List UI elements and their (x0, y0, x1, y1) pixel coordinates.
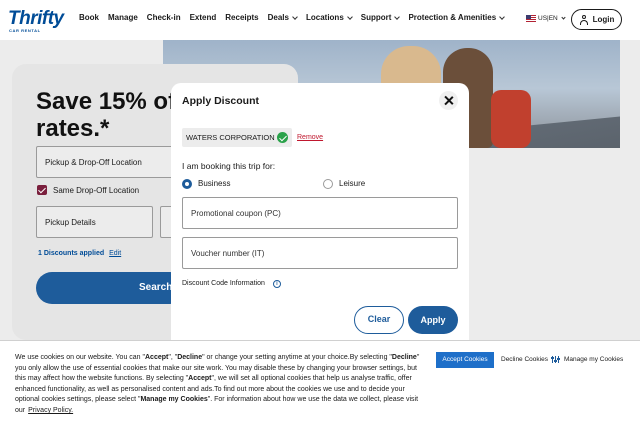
promo-headline: Save 15% off rates.* (36, 88, 185, 142)
nav-locations-label: Locations (305, 13, 344, 22)
sliders-icon (551, 356, 560, 363)
nav-deals-label: Deals (267, 13, 289, 22)
chevron-down-icon (561, 15, 566, 20)
thrifty-logo[interactable]: Thrifty CAR RENTAL (8, 8, 64, 33)
business-radio[interactable] (182, 179, 192, 189)
voucher-number-input[interactable]: Voucher number (IT) (182, 237, 458, 269)
pickup-details-label: Pickup Details (45, 218, 96, 227)
discounts-applied-label: 1 Discounts applied (38, 250, 105, 257)
nav-manage-label: Manage (108, 13, 138, 22)
search-button[interactable]: Search (36, 272, 186, 304)
logo-subtitle: CAR RENTAL (9, 28, 41, 33)
chevron-down-icon (292, 13, 298, 20)
edit-discounts-link[interactable]: Edit (109, 250, 121, 257)
nav-receipts-label: Receipts (225, 13, 259, 22)
promo-coupon-input[interactable]: Promotional coupon (PC) (182, 197, 458, 229)
close-icon[interactable] (439, 91, 458, 110)
modal-title: Apply Discount (182, 95, 260, 107)
login-button[interactable]: Login (571, 9, 622, 30)
apply-button[interactable]: Apply (408, 306, 458, 334)
same-dropoff-label: Same Drop-Off Location (53, 185, 140, 195)
nav-extend[interactable]: Extend (190, 13, 217, 22)
pickup-dropoff-label: Pickup & Drop-Off Location (45, 158, 142, 167)
nav-receipts[interactable]: Receipts (225, 13, 258, 22)
login-label: Login (592, 15, 615, 24)
nav-support[interactable]: Support (360, 13, 401, 22)
pickup-details-field[interactable]: Pickup Details (36, 206, 153, 238)
privacy-policy-link[interactable]: Privacy Policy. (28, 407, 73, 414)
nav-book[interactable]: Book (79, 13, 99, 22)
pickup-dropoff-field[interactable]: Pickup & Drop-Off Location (36, 146, 186, 178)
top-header: Thrifty CAR RENTAL Book Manage Check-in … (0, 0, 640, 40)
nav-manage[interactable]: Manage (108, 13, 138, 22)
discount-code-info-label: Discount Code Information (182, 280, 265, 287)
nav-protection-amenities[interactable]: Protection & Amenities (408, 13, 505, 22)
discounts-applied: 1 Discounts applied Edit (38, 250, 121, 257)
cookie-message: We use cookies on our website. You can "… (15, 354, 420, 414)
user-icon (579, 14, 589, 25)
decline-cookies-button[interactable]: Decline Cookies (501, 356, 548, 363)
logo-wordmark: Thrifty (8, 8, 64, 29)
corporation-chip: WATERS CORPORATION (182, 128, 292, 147)
language-selector[interactable]: US|EN (526, 15, 566, 22)
nav-protection-label: Protection & Amenities (408, 13, 497, 22)
main-nav: Book Manage Check-in Extend Receipts Dea… (79, 13, 513, 22)
apply-discount-modal: Apply Discount WATERS CORPORATION Remove… (171, 83, 469, 340)
corporation-name: WATERS CORPORATION (186, 133, 275, 142)
leisure-label: Leisure (339, 179, 366, 188)
booking-purpose-label: I am booking this trip for: (182, 161, 276, 171)
nav-check-in[interactable]: Check-in (147, 13, 181, 22)
business-label: Business (198, 179, 231, 188)
cookie-banner: We use cookies on our website. You can "… (0, 340, 640, 429)
checkbox-checked-icon (37, 185, 47, 195)
manage-cookies-label: Manage my Cookies (564, 356, 624, 363)
nav-support-label: Support (360, 13, 392, 22)
chevron-down-icon (394, 13, 401, 20)
leisure-radio[interactable] (323, 179, 333, 189)
check-circle-icon (277, 132, 288, 143)
voucher-number-placeholder: Voucher number (IT) (191, 249, 265, 258)
nav-deals[interactable]: Deals (267, 13, 298, 22)
search-label: Search (139, 282, 173, 293)
language-label: US|EN (538, 15, 558, 22)
us-flag-icon (526, 15, 536, 22)
chevron-down-icon (346, 13, 353, 20)
nav-check-in-label: Check-in (146, 13, 181, 22)
accept-cookies-button[interactable]: Accept Cookies (436, 352, 494, 368)
nav-locations[interactable]: Locations (305, 13, 353, 22)
remove-link[interactable]: Remove (297, 134, 323, 141)
manage-cookies-button[interactable]: Manage my Cookies (551, 356, 624, 363)
nav-book-label: Book (79, 13, 99, 22)
nav-extend-label: Extend (189, 13, 217, 22)
same-dropoff-checkbox[interactable]: Same Drop-Off Location (37, 185, 139, 195)
clear-button[interactable]: Clear (354, 306, 404, 334)
promo-coupon-placeholder: Promotional coupon (PC) (191, 209, 281, 218)
chevron-down-icon (499, 13, 505, 20)
info-icon[interactable]: i (273, 280, 281, 288)
